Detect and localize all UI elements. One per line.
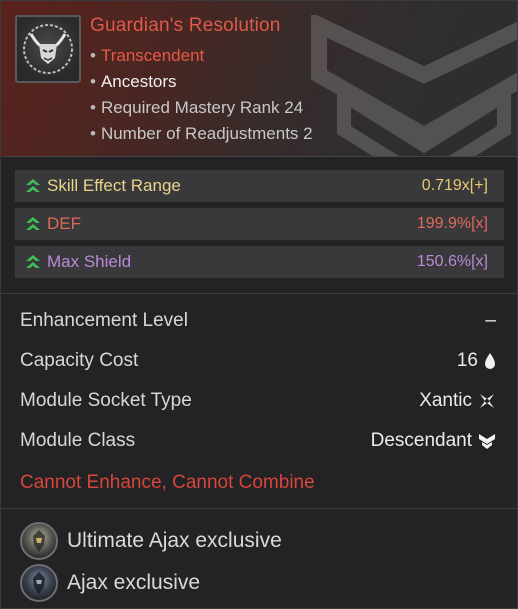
stat-up-arrow-icon — [21, 254, 45, 270]
stat-row: Max Shield 150.6%[x] — [15, 246, 504, 278]
stat-name: DEF — [47, 214, 81, 233]
stat-row: DEF 199.9%[x] — [15, 208, 504, 240]
exclusive-label: Ultimate Ajax exclusive — [67, 529, 282, 552]
stat-value: 199.9%[x] — [416, 215, 488, 232]
descendant-class-watermark-icon — [311, 15, 517, 156]
module-icon — [15, 15, 81, 83]
info-value: Xantic — [419, 390, 472, 411]
horned-helmet-emblem-icon — [23, 24, 73, 74]
module-line: • Ancestors — [90, 72, 177, 91]
info-row-class: Module Class Descendant — [20, 428, 496, 454]
info-value: 16 — [456, 350, 478, 371]
info-label: Module Class — [20, 430, 136, 451]
stat-up-arrow-icon — [21, 216, 45, 232]
exclusive-item: Ultimate Ajax exclusive — [20, 522, 282, 560]
stat-value: 0.719x[+] — [421, 177, 488, 194]
section-divider — [1, 293, 517, 294]
exclusive-label: Ajax exclusive — [67, 571, 201, 594]
module-rarity: • Transcendent — [90, 46, 205, 65]
info-row-capacity: Capacity Cost 16 — [20, 348, 496, 374]
stat-up-arrow-icon — [21, 178, 45, 194]
info-label: Module Socket Type — [20, 390, 192, 411]
xantic-socket-icon — [480, 394, 494, 408]
module-tooltip: Guardian's Resolution • Transcendent • Anc… — [0, 0, 518, 609]
module-title: Guardian's Resolution — [90, 15, 281, 36]
info-label: Capacity Cost — [20, 350, 139, 371]
stat-value: 150.6%[x] — [416, 253, 488, 270]
ajax-avatar — [20, 564, 58, 602]
info-value: – — [485, 310, 496, 331]
info-row-enhancement: Enhancement Level – — [20, 308, 496, 334]
enhance-combine-warning: Cannot Enhance, Cannot Combine — [20, 472, 315, 493]
descendant-class-icon — [479, 434, 495, 449]
stat-name: Max Shield — [47, 252, 132, 271]
module-readjustments: • Number of Readjustments 2 — [90, 124, 313, 143]
module-mastery-requirement: • Required Mastery Rank 24 — [90, 98, 304, 117]
exclusive-item: Ajax exclusive — [20, 564, 200, 602]
section-divider — [1, 508, 517, 509]
module-header: Guardian's Resolution • Transcendent • Anc… — [1, 1, 517, 157]
info-row-socket: Module Socket Type Xantic — [20, 388, 496, 414]
ultimate-ajax-avatar — [20, 522, 58, 560]
capacity-drop-icon — [485, 353, 495, 369]
info-label: Enhancement Level — [20, 310, 188, 331]
stat-row: Skill Effect Range 0.719x[+] — [15, 170, 504, 202]
info-value: Descendant — [370, 430, 472, 451]
stat-name: Skill Effect Range — [47, 176, 181, 195]
